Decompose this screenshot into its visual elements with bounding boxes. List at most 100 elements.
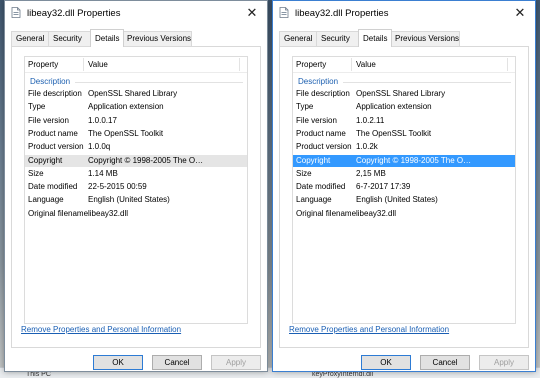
tab-security[interactable]: Security bbox=[48, 31, 91, 46]
row-value: 1.0.0.17 bbox=[88, 115, 117, 125]
tab-general[interactable]: General bbox=[279, 31, 317, 46]
tab-general[interactable]: General bbox=[11, 31, 49, 46]
row-value: The OpenSSL Toolkit bbox=[356, 128, 432, 138]
section-divider bbox=[343, 82, 511, 83]
table-row[interactable]: Size 2,15 MB bbox=[293, 168, 515, 180]
row-property: Original filename bbox=[296, 208, 357, 218]
remove-properties-link[interactable]: Remove Properties and Personal Informati… bbox=[21, 325, 181, 334]
table-row[interactable]: File description OpenSSL Shared Library bbox=[293, 88, 515, 100]
list-header: Property Value bbox=[293, 57, 515, 73]
row-value: English (United States) bbox=[88, 195, 170, 205]
properties-window-left: libeay32.dll Properties ✕ General Security D… bbox=[4, 0, 268, 372]
list-header: Property Value bbox=[25, 57, 247, 73]
details-list[interactable]: Property Value Description File description… bbox=[292, 56, 516, 324]
row-value: 22-5-2015 00:59 bbox=[88, 182, 147, 192]
row-property: File description bbox=[296, 89, 350, 98]
row-property: Product version bbox=[296, 142, 352, 152]
table-row[interactable]: Copyright Copyright © 1998-2005 The OpenS… bbox=[25, 154, 247, 167]
row-property: Size bbox=[28, 168, 44, 178]
details-panel: Property Value Description File description… bbox=[279, 46, 529, 348]
ok-button[interactable]: OK bbox=[93, 355, 143, 370]
section-divider bbox=[75, 82, 243, 83]
properties-window-right: libeay32.dll Properties ✕ General Security D… bbox=[272, 0, 536, 372]
row-value: Copyright © 1998-2005 The OpenSSL P... bbox=[88, 155, 206, 165]
row-property: Product name bbox=[296, 128, 346, 138]
row-property: Copyright bbox=[296, 155, 331, 165]
table-row[interactable]: Date modified 22-5-2015 00:59 bbox=[25, 181, 247, 193]
background-text-right: keyProxyInterndl.dll bbox=[312, 371, 374, 378]
tab-previous-versions[interactable]: Previous Versions bbox=[390, 31, 460, 46]
row-value: 2,15 MB bbox=[356, 168, 386, 178]
row-value: 1.0.0q bbox=[88, 142, 111, 152]
row-value: OpenSSL Shared Library bbox=[356, 89, 446, 98]
apply-button[interactable]: Apply bbox=[211, 355, 261, 370]
table-row[interactable]: Language English (United States) bbox=[25, 194, 247, 206]
table-row[interactable]: Date modified 6-7-2017 17:39 bbox=[293, 181, 515, 193]
table-row[interactable]: File description OpenSSL Shared Library bbox=[25, 88, 247, 100]
title-bar[interactable]: libeay32.dll Properties ✕ bbox=[273, 1, 535, 25]
table-row[interactable]: Language English (United States) bbox=[293, 194, 515, 206]
title-bar[interactable]: libeay32.dll Properties ✕ bbox=[5, 1, 267, 25]
window-title: libeay32.dll Properties bbox=[27, 8, 121, 19]
row-value: libeay32.dll bbox=[356, 208, 397, 218]
close-icon[interactable]: ✕ bbox=[511, 4, 529, 22]
row-value: Application extension bbox=[88, 102, 164, 112]
row-value: English (United States) bbox=[356, 195, 438, 205]
table-row[interactable]: Product name The OpenSSL Toolkit bbox=[25, 128, 247, 140]
table-row[interactable]: Original filename libeay32.dll bbox=[293, 208, 515, 220]
ok-button[interactable]: OK bbox=[361, 355, 411, 370]
column-header-property[interactable]: Property bbox=[28, 60, 58, 69]
table-row[interactable]: Copyright Copyright © 1998-2005 The OpenS… bbox=[293, 154, 515, 167]
background-text-left: This PC bbox=[26, 371, 51, 378]
row-property: File version bbox=[28, 115, 69, 125]
tab-security[interactable]: Security bbox=[316, 31, 359, 46]
row-property: Type bbox=[28, 102, 46, 112]
section-description-label: Description bbox=[30, 77, 71, 86]
table-row[interactable]: Product version 1.0.2k bbox=[293, 141, 515, 153]
row-property: Date modified bbox=[296, 182, 346, 192]
row-property: Copyright bbox=[28, 155, 63, 165]
table-row[interactable]: Product name The OpenSSL Toolkit bbox=[293, 128, 515, 140]
row-value: 1.14 MB bbox=[88, 168, 118, 178]
section-description-label: Description bbox=[298, 77, 339, 86]
dll-file-icon bbox=[279, 7, 289, 18]
row-value: 1.0.2.11 bbox=[356, 115, 385, 125]
close-icon[interactable]: ✕ bbox=[243, 4, 261, 22]
table-row[interactable]: Original filename libeay32.dll bbox=[25, 208, 247, 220]
window-title: libeay32.dll Properties bbox=[295, 8, 389, 19]
table-row[interactable]: File version 1.0.2.11 bbox=[293, 115, 515, 127]
row-property: Original filename bbox=[28, 208, 89, 218]
row-value: Application extension bbox=[356, 102, 432, 112]
table-row[interactable]: Size 1.14 MB bbox=[25, 168, 247, 180]
table-row[interactable]: Product version 1.0.0q bbox=[25, 141, 247, 153]
column-header-property[interactable]: Property bbox=[296, 60, 326, 69]
row-property: Size bbox=[296, 168, 312, 178]
details-panel: Property Value Description File description… bbox=[11, 46, 261, 348]
row-property: File description bbox=[28, 89, 82, 98]
apply-button[interactable]: Apply bbox=[479, 355, 529, 370]
row-value: 1.0.2k bbox=[356, 142, 378, 152]
row-value: OpenSSL Shared Library bbox=[88, 89, 178, 98]
row-property: Product version bbox=[28, 142, 84, 152]
row-value: 6-7-2017 17:39 bbox=[356, 182, 411, 192]
tab-previous-versions[interactable]: Previous Versions bbox=[122, 31, 192, 46]
row-property: Product name bbox=[28, 128, 78, 138]
row-property: Language bbox=[296, 195, 332, 205]
cancel-button[interactable]: Cancel bbox=[420, 355, 470, 370]
remove-properties-link[interactable]: Remove Properties and Personal Informati… bbox=[289, 325, 449, 334]
cancel-button[interactable]: Cancel bbox=[152, 355, 202, 370]
row-property: Date modified bbox=[28, 182, 78, 192]
row-value: libeay32.dll bbox=[88, 208, 129, 218]
table-row[interactable]: Type Application extension bbox=[293, 101, 515, 113]
row-property: File version bbox=[296, 115, 337, 125]
row-value: Copyright © 1998-2005 The OpenSSL ... bbox=[356, 155, 474, 165]
row-property: Type bbox=[296, 102, 314, 112]
column-header-value[interactable]: Value bbox=[356, 60, 376, 69]
column-header-value[interactable]: Value bbox=[88, 60, 108, 69]
tab-details[interactable]: Details bbox=[358, 29, 392, 47]
table-row[interactable]: Type Application extension bbox=[25, 101, 247, 113]
details-list[interactable]: Property Value Description File description… bbox=[24, 56, 248, 324]
tab-details[interactable]: Details bbox=[90, 29, 124, 47]
dll-file-icon bbox=[11, 7, 21, 18]
table-row[interactable]: File version 1.0.0.17 bbox=[25, 115, 247, 127]
